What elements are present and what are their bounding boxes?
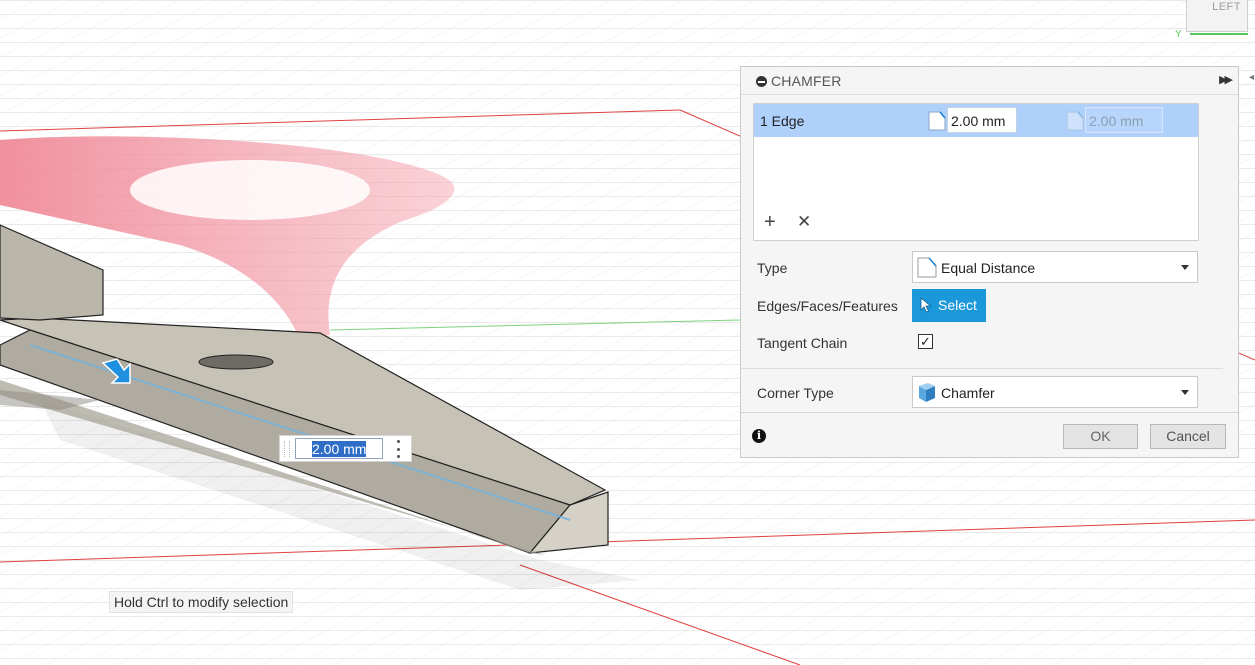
ok-button[interactable]: OK [1063,424,1138,449]
side-panel-arrow-icon[interactable]: ◂ [1249,72,1254,83]
more-options-icon[interactable] [395,440,401,458]
tangent-chain-checkbox[interactable]: ✓ [918,334,933,349]
minus-circle-icon[interactable] [756,76,767,87]
distance-one-input[interactable]: 2.00 mm [947,107,1017,133]
view-cube[interactable]: LEFT [1186,0,1248,32]
type-value: Equal Distance [941,260,1036,276]
part-hole[interactable] [198,354,274,370]
drag-grip-icon[interactable] [284,441,290,457]
cancel-button[interactable]: Cancel [1150,424,1226,449]
plus-icon[interactable]: + [764,212,776,232]
floating-distance-input[interactable]: 2.00 mm [279,435,412,462]
equal-distance-icon [917,257,937,278]
view-cube-axis-label: Y [1175,29,1182,40]
chamfer-distance-two-icon [1066,111,1084,131]
select-button-label: Select [938,297,977,313]
edge-row-label: 1 Edge [760,113,805,129]
view-cube-x-axis [1190,33,1248,35]
pointer-cursor-icon [920,297,932,313]
footer-divider [741,412,1238,413]
tangent-chain-label: Tangent Chain [757,335,848,351]
section-divider [741,368,1223,369]
corner-type-value: Chamfer [941,385,995,401]
selection-hint: Hold Ctrl to modify selection [109,591,294,613]
corner-chamfer-icon [919,383,935,402]
type-dropdown[interactable]: Equal Distance [912,251,1198,283]
view-cube-label: LEFT [1212,1,1241,13]
floating-distance-field[interactable]: 2.00 mm [295,438,383,459]
edges-label: Edges/Faces/Features [757,298,898,314]
chamfer-dialog: CHAMFER ▶▶ 1 Edge 2.00 mm 2.00 mm + ✕ Ty… [740,66,1239,458]
dialog-header[interactable]: CHAMFER ▶▶ [741,67,1238,95]
chevron-down-icon [1181,265,1189,270]
edge-selection-list[interactable]: 1 Edge 2.00 mm 2.00 mm + ✕ [753,103,1199,241]
type-label: Type [757,260,788,276]
floating-distance-value: 2.00 mm [312,441,367,457]
corner-type-label: Corner Type [757,385,834,401]
corner-type-dropdown[interactable]: Chamfer [912,376,1198,408]
double-chevron-right-icon[interactable]: ▶▶ [1219,73,1233,86]
distance-two-input[interactable]: 2.00 mm [1085,107,1163,133]
chevron-down-icon [1181,390,1189,395]
dialog-title: CHAMFER [771,73,842,89]
edge-list-row[interactable]: 1 Edge 2.00 mm 2.00 mm [754,104,1198,137]
x-icon[interactable]: ✕ [797,212,811,232]
chamfer-distance-icon [928,111,946,131]
info-icon[interactable]: i [752,429,766,443]
ghost-hole [130,160,370,220]
select-button[interactable]: Select [912,289,986,322]
